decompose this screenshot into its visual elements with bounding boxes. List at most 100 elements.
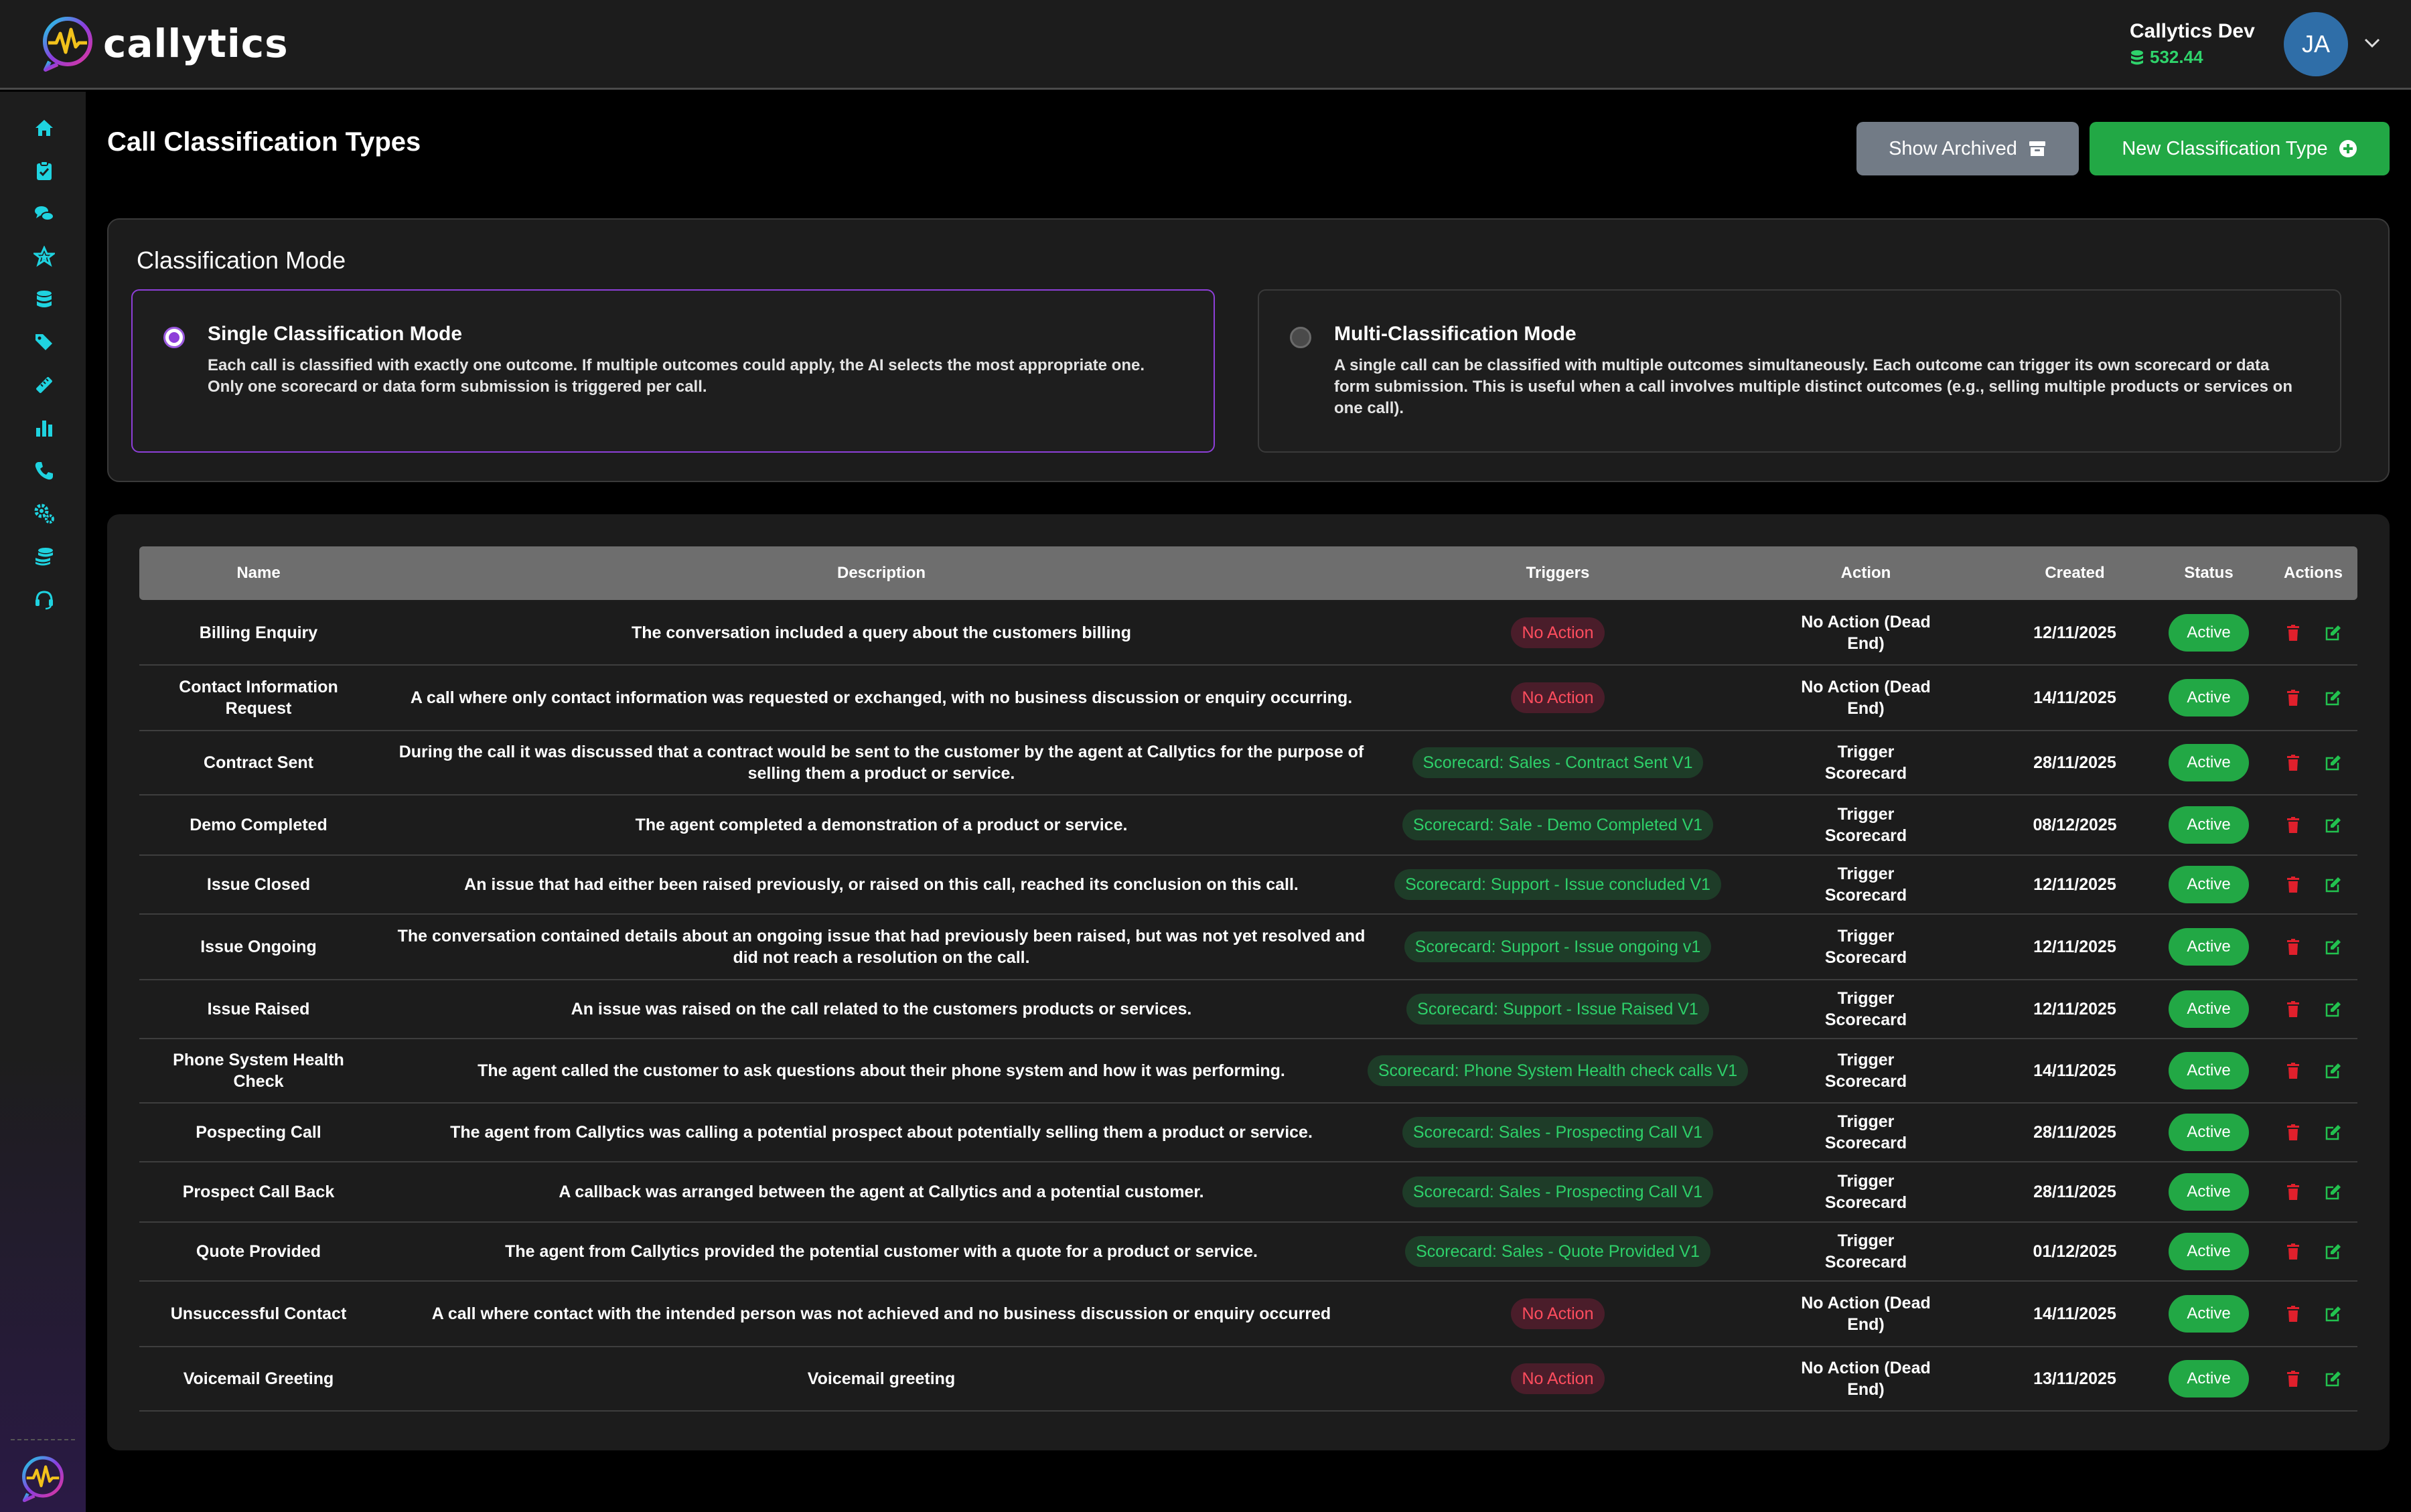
avatar[interactable]: JA xyxy=(2284,12,2348,76)
cell-action-text: Trigger Scorecard xyxy=(1824,743,1907,783)
phone-icon[interactable] xyxy=(32,459,56,483)
app-logo[interactable]: callytics xyxy=(39,15,289,72)
edit-icon[interactable] xyxy=(2325,876,2342,893)
table-row[interactable]: Contact Information Request A call where … xyxy=(139,666,2357,731)
single-mode-title: Single Classification Mode xyxy=(208,323,463,345)
scorecard-badge: Scorecard: Sales - Prospecting Call V1 xyxy=(1402,1117,1714,1148)
cell-status: Active xyxy=(2148,1039,2269,1102)
trash-icon[interactable] xyxy=(2284,816,2302,834)
tags-icon[interactable] xyxy=(32,330,56,354)
edit-icon[interactable] xyxy=(2325,1243,2342,1260)
no-action-badge: No Action xyxy=(1511,1298,1605,1329)
cell-created-text: 12/11/2025 xyxy=(2033,623,2116,642)
table-row[interactable]: Quote Provided The agent from Callytics p… xyxy=(139,1223,2357,1282)
cell-created: 14/11/2025 xyxy=(2001,1282,2148,1346)
edit-icon[interactable] xyxy=(2325,1370,2342,1387)
cell-actions xyxy=(2269,1039,2357,1102)
column-header-name[interactable]: Name xyxy=(139,546,378,600)
trash-icon[interactable] xyxy=(2284,754,2302,771)
trash-icon[interactable] xyxy=(2284,1062,2302,1079)
table-row[interactable]: Contract Sent During the call it was disc… xyxy=(139,731,2357,796)
show-archived-button[interactable]: Show Archived xyxy=(1856,122,2079,175)
ruler-icon[interactable] xyxy=(32,373,56,397)
trash-icon[interactable] xyxy=(2284,1305,2302,1322)
table-row[interactable]: Prospect Call Back A callback was arrange… xyxy=(139,1162,2357,1223)
edit-icon[interactable] xyxy=(2325,754,2342,771)
database-icon[interactable] xyxy=(32,287,56,311)
status-badge[interactable]: Active xyxy=(2169,1233,2249,1270)
column-header-description[interactable]: Description xyxy=(378,546,1385,600)
logo-icon[interactable] xyxy=(19,1454,67,1503)
trash-icon[interactable] xyxy=(2284,1370,2302,1387)
status-badge[interactable]: Active xyxy=(2169,1360,2249,1397)
cell-name: Contract Sent xyxy=(139,731,378,794)
edit-icon[interactable] xyxy=(2325,1062,2342,1079)
table-row[interactable]: Issue Closed An issue that had either bee… xyxy=(139,856,2357,915)
top-bar: callytics Callytics Dev 532.44 JA xyxy=(0,0,2411,90)
new-classification-type-button[interactable]: New Classification Type xyxy=(2090,122,2390,175)
page-title: Call Classification Types xyxy=(107,127,421,157)
trash-icon[interactable] xyxy=(2284,1124,2302,1141)
coins-icon[interactable] xyxy=(32,544,56,569)
chat-bubbles-icon[interactable] xyxy=(32,202,56,226)
edit-icon[interactable] xyxy=(2325,816,2342,834)
status-badge[interactable]: Active xyxy=(2169,1052,2249,1089)
home-icon[interactable] xyxy=(32,116,56,140)
edit-icon[interactable] xyxy=(2325,1305,2342,1322)
edit-icon[interactable] xyxy=(2325,1000,2342,1018)
single-mode-description: Each call is classified with exactly one… xyxy=(208,356,1145,396)
table-row[interactable]: Issue Raised An issue was raised on the c… xyxy=(139,980,2357,1039)
column-header-triggers[interactable]: Triggers xyxy=(1385,546,1731,600)
column-header-action[interactable]: Action xyxy=(1731,546,2001,600)
trash-icon[interactable] xyxy=(2284,1243,2302,1260)
status-badge[interactable]: Active xyxy=(2169,744,2249,781)
multi-mode-description: A single call can be classified with mul… xyxy=(1334,356,2292,417)
edit-icon[interactable] xyxy=(2325,1124,2342,1141)
clipboard-check-icon[interactable] xyxy=(32,159,56,183)
headset-icon[interactable] xyxy=(32,587,56,611)
cell-status: Active xyxy=(2148,915,2269,979)
edit-icon[interactable] xyxy=(2325,689,2342,706)
status-badge[interactable]: Active xyxy=(2169,928,2249,966)
edit-icon[interactable] xyxy=(2325,624,2342,641)
status-badge[interactable]: Active xyxy=(2169,1173,2249,1211)
trash-icon[interactable] xyxy=(2284,1000,2302,1018)
bar-chart-icon[interactable] xyxy=(32,416,56,440)
status-badge[interactable]: Active xyxy=(2169,866,2249,903)
edit-icon[interactable] xyxy=(2325,1183,2342,1201)
column-header-status[interactable]: Status xyxy=(2148,546,2269,600)
multi-mode-radio[interactable] xyxy=(1290,327,1311,348)
star-icon[interactable] xyxy=(32,244,56,269)
cell-trigger: Scorecard: Sales - Prospecting Call V1 xyxy=(1385,1104,1731,1161)
chevron-down-icon[interactable] xyxy=(2363,33,2382,52)
trash-icon[interactable] xyxy=(2284,876,2302,893)
status-badge[interactable]: Active xyxy=(2169,1114,2249,1151)
single-mode-radio[interactable] xyxy=(163,327,185,348)
table-row[interactable]: Issue Ongoing The conversation contained … xyxy=(139,915,2357,980)
cell-action: Trigger Scorecard xyxy=(1731,1039,2001,1102)
trash-icon[interactable] xyxy=(2284,689,2302,706)
table-row[interactable]: Pospecting Call The agent from Callytics … xyxy=(139,1104,2357,1162)
table-row[interactable]: Unsuccessful Contact A call where contact… xyxy=(139,1282,2357,1347)
trash-icon[interactable] xyxy=(2284,1183,2302,1201)
status-badge[interactable]: Active xyxy=(2169,679,2249,716)
status-badge[interactable]: Active xyxy=(2169,806,2249,844)
table-row[interactable]: Voicemail Greeting Voicemail greeting No A… xyxy=(139,1347,2357,1412)
trash-icon[interactable] xyxy=(2284,938,2302,956)
edit-icon[interactable] xyxy=(2325,938,2342,956)
status-badge[interactable]: Active xyxy=(2169,614,2249,652)
cell-description: The agent called the customer to ask que… xyxy=(378,1039,1385,1102)
gears-icon[interactable] xyxy=(32,502,56,526)
single-classification-option[interactable]: Single Classification Mode Each call is … xyxy=(131,289,1215,453)
status-badge[interactable]: Active xyxy=(2169,990,2249,1028)
multi-classification-option[interactable]: Multi-Classification Mode A single call … xyxy=(1258,289,2341,453)
cell-actions xyxy=(2269,601,2357,664)
column-header-created[interactable]: Created xyxy=(2001,546,2148,600)
trash-icon[interactable] xyxy=(2284,624,2302,641)
cell-trigger: Scorecard: Support - Issue Raised V1 xyxy=(1385,980,1731,1038)
table-row[interactable]: Billing Enquiry The conversation included… xyxy=(139,601,2357,666)
status-badge[interactable]: Active xyxy=(2169,1295,2249,1333)
account-menu[interactable]: Callytics Dev 532.44 JA xyxy=(2130,0,2411,90)
table-row[interactable]: Demo Completed The agent completed a demo… xyxy=(139,796,2357,856)
table-row[interactable]: Phone System Health Check The agent calle… xyxy=(139,1039,2357,1104)
